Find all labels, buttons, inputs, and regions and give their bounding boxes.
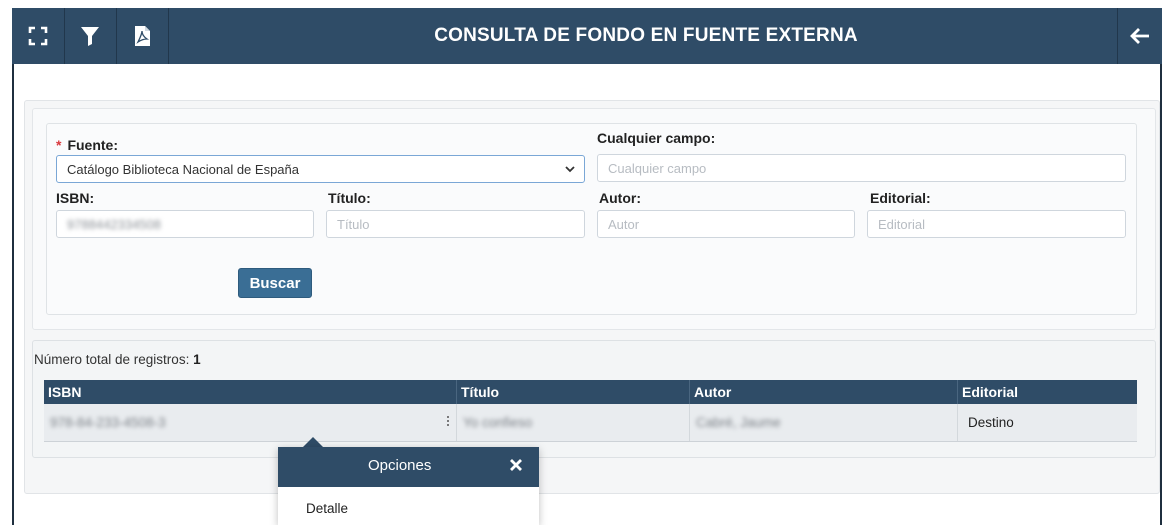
fullscreen-icon: [28, 26, 48, 46]
pdf-icon: [135, 26, 150, 46]
cell-titulo: Yo confieso: [457, 404, 690, 441]
row-options-icon[interactable]: [444, 414, 452, 430]
filter-button[interactable]: [64, 8, 117, 64]
close-icon[interactable]: [509, 458, 523, 472]
autor-input[interactable]: Autor: [597, 210, 855, 238]
filter-icon: [81, 27, 99, 46]
isbn-label: ISBN:: [56, 190, 95, 206]
cell-autor: Cabré, Jaume: [690, 404, 958, 441]
cell-editorial: Destino: [968, 415, 1014, 430]
menu-item-detalle[interactable]: Detalle: [278, 501, 539, 525]
popover-title: Opciones: [368, 457, 432, 474]
column-header-autor[interactable]: Autor: [690, 380, 958, 404]
isbn-input[interactable]: 9788442334508: [56, 210, 314, 238]
titulo-label: Título:: [328, 190, 371, 206]
fuente-select[interactable]: Catálogo Biblioteca Nacional de España: [56, 155, 585, 183]
back-button[interactable]: [1117, 8, 1162, 64]
options-popover: Opciones Detalle: [278, 447, 539, 525]
cell-titulo-value: Yo confieso: [463, 415, 533, 430]
page-title: CONSULTA DE FONDO EN FUENTE EXTERNA: [434, 25, 858, 46]
cell-autor-value: Cabré, Jaume: [696, 415, 781, 430]
cualquier-campo-input[interactable]: Cualquier campo: [597, 154, 1126, 182]
column-header-isbn[interactable]: ISBN: [44, 380, 457, 404]
editorial-input[interactable]: Editorial: [867, 210, 1126, 238]
isbn-input-value: 9788442334508: [67, 216, 161, 232]
required-mark: *: [56, 137, 62, 153]
top-bar: CONSULTA DE FONDO EN FUENTE EXTERNA: [12, 8, 1162, 64]
popover-header: Opciones: [278, 447, 539, 487]
cualquier-campo-label: Cualquier campo:: [597, 130, 716, 146]
results-table-header: ISBN Título Autor Editorial: [44, 380, 1137, 404]
arrow-left-icon: [1130, 28, 1149, 44]
fuente-label-text: Fuente:: [67, 137, 119, 153]
column-header-editorial[interactable]: Editorial: [958, 380, 1137, 404]
titulo-input[interactable]: Título: [326, 210, 585, 238]
chevron-down-icon: [565, 166, 575, 173]
buscar-button[interactable]: Buscar: [238, 268, 312, 298]
pdf-button[interactable]: [116, 8, 169, 64]
cell-isbn: 978-84-233-4508-3: [44, 404, 457, 441]
table-row[interactable]: 978-84-233-4508-3 Yo confieso Cabré, Jau…: [44, 404, 1137, 442]
total-records: Número total de registros: 1: [34, 352, 201, 367]
fuente-select-value: Catálogo Biblioteca Nacional de España: [67, 161, 299, 177]
fuente-label: * Fuente:: [56, 137, 118, 153]
total-records-value: 1: [193, 352, 201, 367]
total-records-label: Número total de registros:: [34, 352, 190, 367]
column-header-titulo[interactable]: Título: [457, 380, 690, 404]
fullscreen-button[interactable]: [12, 8, 65, 64]
autor-label: Autor:: [599, 190, 641, 206]
editorial-label: Editorial:: [870, 190, 931, 206]
cell-isbn-value: 978-84-233-4508-3: [50, 415, 166, 430]
